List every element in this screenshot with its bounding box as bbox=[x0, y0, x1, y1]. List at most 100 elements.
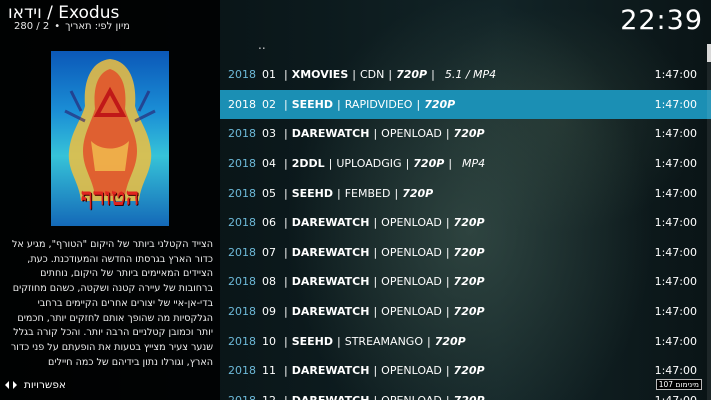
source-row[interactable]: 2018 01 | XMOVIES | CDN | 720P | 5.1 / MP4 1:47:00 bbox=[220, 60, 711, 90]
row-duration: 1:47:00 bbox=[654, 157, 697, 171]
row-provider: OPENLOAD bbox=[381, 275, 442, 289]
separator: | bbox=[284, 245, 288, 259]
separator: | bbox=[445, 127, 450, 141]
row-duration: 1:47:00 bbox=[654, 97, 697, 111]
row-number: 11 bbox=[262, 364, 276, 378]
separator: | bbox=[337, 334, 341, 348]
separator: | bbox=[284, 275, 288, 289]
row-number: 04 bbox=[262, 157, 276, 171]
row-number: 01 bbox=[262, 68, 276, 82]
row-provider: OPENLOAD bbox=[381, 364, 442, 378]
separator: | bbox=[373, 127, 378, 141]
source-row[interactable]: 2018 07 | DAREWATCH | OPENLOAD | 720P 1:47:00 bbox=[220, 238, 711, 268]
row-duration: 1:47:00 bbox=[654, 68, 697, 82]
scrollbar-track[interactable] bbox=[707, 44, 711, 400]
row-quality: 720P bbox=[453, 305, 485, 319]
list-subtitle: 280 / 2 • מיון לפי: תאריך bbox=[14, 21, 130, 32]
row-host: SEEHD bbox=[291, 186, 334, 200]
separator: | bbox=[445, 305, 450, 319]
row-duration: 1:47:00 bbox=[655, 394, 697, 400]
source-row[interactable]: 2018 05 | SEEHD | FEMBED | 720P 1:47:00 bbox=[220, 178, 711, 208]
row-year: 2018 bbox=[228, 394, 256, 400]
row-quality: 720P bbox=[453, 216, 485, 230]
separator: | bbox=[373, 305, 378, 319]
row-provider: OPENLOAD bbox=[381, 394, 442, 400]
options-arrows-icon bbox=[5, 381, 17, 389]
row-quality: 720P bbox=[453, 364, 485, 378]
row-provider: UPLOADGIG bbox=[336, 157, 402, 171]
source-row[interactable]: 2018 02 | SEEHD | RAPIDVIDEO | 720P 1:47:00 bbox=[220, 89, 711, 120]
row-number: 07 bbox=[262, 245, 276, 259]
row-provider: OPENLOAD bbox=[381, 127, 442, 141]
separator: | bbox=[284, 216, 288, 230]
row-duration: 1:47:00 bbox=[654, 364, 697, 378]
separator: | bbox=[328, 157, 333, 171]
separator: | bbox=[337, 186, 341, 200]
row-provider: FEMBED bbox=[344, 186, 391, 200]
row-year: 2018 bbox=[228, 97, 256, 111]
row-number: 05 bbox=[262, 186, 276, 200]
row-number: 10 bbox=[262, 334, 276, 348]
separator-dot: • bbox=[54, 21, 61, 32]
source-row[interactable]: 2018 10 | SEEHD | STREAMANGO | 720P 1:47:00 bbox=[220, 326, 711, 356]
row-year: 2018 bbox=[228, 245, 256, 259]
source-row[interactable]: 2018 03 | DAREWATCH | OPENLOAD | 720P 1:47:00 bbox=[220, 119, 711, 149]
separator: | bbox=[446, 394, 450, 400]
separator: | bbox=[373, 245, 378, 259]
row-provider: OPENLOAD bbox=[381, 216, 442, 230]
row-number: 12 bbox=[262, 394, 276, 400]
row-duration: 1:47:00 bbox=[654, 245, 697, 259]
separator: | bbox=[284, 68, 288, 82]
separator: | bbox=[284, 305, 288, 319]
source-row[interactable]: 2018 11 | DAREWATCH | OPENLOAD | 720P 1:47:00 bbox=[220, 356, 711, 386]
separator: | bbox=[448, 157, 453, 171]
source-row[interactable]: 2018 04 | 2DDL | UPLOADGIG | 720P | MP4 1:47:00 bbox=[220, 149, 711, 179]
row-number: 08 bbox=[262, 275, 276, 289]
scrollbar-thumb[interactable] bbox=[707, 44, 711, 62]
row-host: DAREWATCH bbox=[291, 216, 370, 230]
row-format: MP4 bbox=[462, 157, 486, 171]
source-row[interactable]: 2018 06 | DAREWATCH | OPENLOAD | 720P 1:47:00 bbox=[220, 208, 711, 238]
row-year: 2018 bbox=[228, 334, 256, 348]
separator: | bbox=[337, 97, 341, 111]
row-format: 5.1 / MP4 bbox=[444, 68, 497, 82]
row-year: 2018 bbox=[228, 216, 256, 230]
row-host: DAREWATCH bbox=[291, 364, 370, 378]
separator: | bbox=[445, 216, 450, 230]
row-quality: 720P bbox=[453, 245, 485, 259]
row-year: 2018 bbox=[228, 305, 256, 319]
separator: | bbox=[284, 334, 288, 348]
separator: | bbox=[373, 275, 378, 289]
row-year: 2018 bbox=[228, 157, 256, 171]
row-year: 2018 bbox=[228, 364, 256, 378]
row-number: 03 bbox=[262, 127, 276, 141]
separator: | bbox=[426, 334, 431, 348]
row-number: 02 bbox=[262, 97, 276, 111]
row-quality: 720P bbox=[413, 157, 445, 171]
row-provider: OPENLOAD bbox=[381, 305, 442, 319]
parent-folder-item[interactable]: .. bbox=[258, 38, 266, 52]
row-duration: 1:47:00 bbox=[654, 275, 697, 289]
separator: | bbox=[416, 97, 421, 111]
row-duration: 1:47:00 bbox=[654, 334, 697, 348]
row-host: 2DDL bbox=[291, 157, 325, 171]
separator: | bbox=[445, 275, 450, 289]
clock: 22:39 bbox=[620, 5, 703, 36]
row-year: 2018 bbox=[228, 68, 256, 82]
row-quality: 720P bbox=[454, 394, 485, 400]
options-label: אפשרויות bbox=[24, 379, 66, 391]
row-host: SEEHD bbox=[291, 97, 334, 111]
separator: | bbox=[284, 127, 288, 141]
plot-description: הצייד הקטלני ביותר של היקום "הטורף", מגי… bbox=[10, 239, 213, 368]
movie-poster: הטורף bbox=[51, 51, 169, 226]
source-row[interactable]: 201812|DAREWATCH|OPENLOAD|720P1:47:00 bbox=[220, 386, 711, 400]
row-quality: 720P bbox=[424, 97, 456, 111]
separator: | bbox=[394, 186, 399, 200]
source-row[interactable]: 2018 08 | DAREWATCH | OPENLOAD | 720P 1:47:00 bbox=[220, 267, 711, 297]
row-host: DAREWATCH bbox=[292, 394, 370, 400]
separator: | bbox=[445, 364, 450, 378]
source-row[interactable]: 2018 09 | DAREWATCH | OPENLOAD | 720P 1:47:00 bbox=[220, 297, 711, 327]
separator: | bbox=[388, 68, 393, 82]
options-button[interactable]: אפשרויות bbox=[4, 378, 66, 392]
row-quality: 720P bbox=[402, 186, 434, 200]
